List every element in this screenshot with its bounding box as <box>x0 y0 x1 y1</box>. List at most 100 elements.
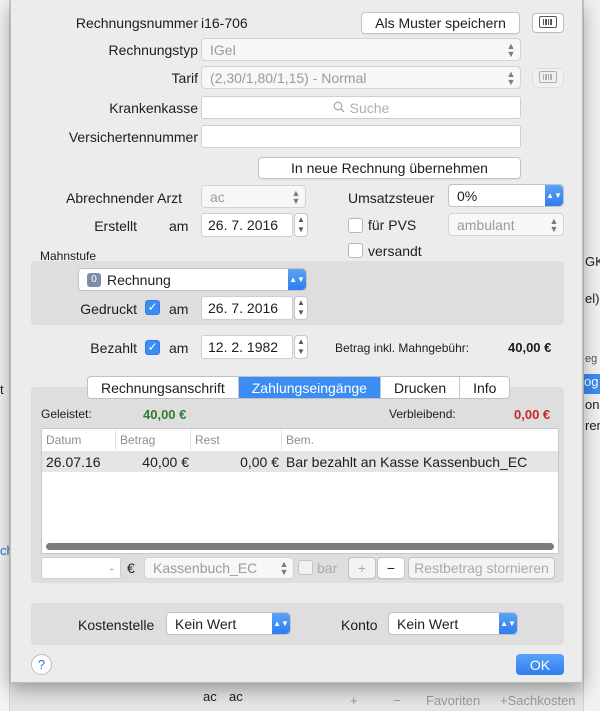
payment-amount-field[interactable]: - <box>41 557 121 579</box>
insured-number-field[interactable] <box>201 125 521 148</box>
tariff-barcode-button[interactable] <box>532 68 564 88</box>
bg-cell: ac <box>229 689 243 704</box>
tariff-value: (2,30/1,80/1,15) - Normal <box>210 69 367 86</box>
chevron-updown-icon: ▲▼ <box>288 269 306 290</box>
invoice-sheet: Rechnungsnummer i16-706 Als Muster speic… <box>10 0 583 683</box>
help-button[interactable]: ? <box>31 654 52 675</box>
bg-fragment: ons <box>585 397 600 412</box>
background-right-pane: GK el) eg og ons ren <box>583 0 600 711</box>
paid-sum-label: Geleistet: <box>41 407 92 421</box>
paid-date-stepper[interactable]: ▲ ▼ <box>294 335 308 359</box>
cancel-remaining-button[interactable]: Restbetrag stornieren <box>408 557 555 579</box>
tab-billing-address[interactable]: Rechnungsanschrift <box>88 377 239 398</box>
insurance-search-placeholder: Suche <box>349 99 390 116</box>
chevron-updown-icon: ▲▼ <box>291 187 301 206</box>
remove-payment-button[interactable]: − <box>377 557 405 579</box>
column-header-note[interactable]: Bem. <box>282 429 558 450</box>
paid-sum-value: 40,00 € <box>143 407 187 422</box>
transfer-to-new-invoice-button[interactable]: In neue Rechnung übernehmen <box>258 157 521 179</box>
chevron-up-icon: ▲ <box>297 337 305 346</box>
chevron-up-icon: ▲ <box>297 298 305 307</box>
vat-value: 0% <box>457 187 478 204</box>
paid-label: Bezahlt <box>90 340 137 356</box>
invoice-number-label: Rechnungsnummer <box>75 15 198 31</box>
chevron-updown-icon: ▲▼ <box>549 215 559 234</box>
column-header-rest[interactable]: Rest <box>191 429 282 450</box>
tab-print[interactable]: Drucken <box>381 377 461 398</box>
pvs-label: für PVS <box>368 217 417 233</box>
remaining-value: 0,00 € <box>514 407 551 422</box>
account-select[interactable]: Kein Wert ▲▼ <box>388 612 518 635</box>
vat-label: Umsatzsteuer <box>348 190 435 206</box>
add-payment-button[interactable]: + <box>348 557 376 579</box>
row-rest: 0,00 € <box>240 453 279 470</box>
chevron-updown-icon: ▲▼ <box>506 40 516 59</box>
row-amount: 40,00 € <box>142 453 189 470</box>
currency-label: € <box>127 560 135 576</box>
sent-checkbox[interactable] <box>348 243 363 258</box>
chevron-down-icon: ▼ <box>297 308 305 317</box>
bg-sachkosten: +Sachkosten <box>500 693 576 708</box>
ok-button[interactable]: OK <box>516 654 564 675</box>
cashbook-select[interactable]: Kassenbuch_EC ▲ ▼ <box>144 557 294 579</box>
tab-payments[interactable]: Zahlungseingänge <box>238 377 381 398</box>
column-header-date[interactable]: Datum <box>42 429 116 450</box>
dunning-badge: 0 <box>87 272 101 287</box>
amount-incl-fee-label: Betrag inkl. Mahngebühr: <box>335 341 470 355</box>
bg-fragment: og <box>584 374 600 394</box>
dunning-select[interactable]: 0 Rechnung ▲▼ <box>78 268 307 291</box>
tariff-label: Tarif <box>171 70 198 86</box>
printed-date-field[interactable]: 26. 7. 2016 <box>201 296 293 320</box>
printed-checkbox[interactable]: ✓ <box>145 300 160 315</box>
bg-minus: − <box>393 693 401 708</box>
checkmark-icon: ✓ <box>147 300 158 314</box>
bg-cell: ac <box>203 689 217 704</box>
bg-fragment: GK <box>585 254 600 269</box>
pvs-value: ambulant <box>457 216 515 233</box>
pvs-select[interactable]: ambulant ▲ ▼ <box>448 213 564 236</box>
cashbook-value: Kassenbuch_EC <box>153 560 258 576</box>
horizontal-scrollbar[interactable] <box>46 543 554 550</box>
checkmark-icon: ✓ <box>147 340 158 354</box>
created-label: Erstellt <box>94 218 137 234</box>
insured-number-label: Versichertennummer <box>68 129 198 145</box>
created-date-field[interactable]: 26. 7. 2016 <box>201 213 293 237</box>
chevron-down-icon: ▼ <box>297 225 305 234</box>
cost-center-value: Kein Wert <box>175 615 237 632</box>
invoice-number-value: i16-706 <box>201 15 248 31</box>
pvs-checkbox[interactable] <box>348 218 363 233</box>
cash-checkbox[interactable] <box>298 560 313 575</box>
chevron-updown-icon: ▲▼ <box>272 613 290 634</box>
bg-plus: + <box>350 693 358 708</box>
chevron-updown-icon: ▲▼ <box>506 68 516 87</box>
barcode-button[interactable] <box>532 13 564 33</box>
paid-date-field[interactable]: 12. 2. 1982 <box>201 335 293 359</box>
chevron-updown-icon: ▲▼ <box>279 559 289 577</box>
payment-amount-suffix: - <box>109 560 114 576</box>
tab-info[interactable]: Info <box>460 377 509 398</box>
chevron-down-icon: ▼ <box>297 347 305 356</box>
doctor-value: ac <box>210 188 225 205</box>
invoice-type-select[interactable]: IGel ▲ ▼ <box>201 38 521 61</box>
table-row[interactable]: 26.07.16 40,00 € 0,00 € Bar bezahlt an K… <box>42 451 558 472</box>
search-icon <box>333 100 345 116</box>
vat-select[interactable]: 0% ▲▼ <box>448 184 564 207</box>
cost-center-select[interactable]: Kein Wert ▲▼ <box>166 612 291 635</box>
paid-checkbox[interactable]: ✓ <box>145 340 160 355</box>
doctor-select[interactable]: ac ▲ ▼ <box>201 185 306 208</box>
account-label: Konto <box>341 617 378 633</box>
payments-table: Datum Betrag Rest Bem. 26.07.16 40,00 € … <box>41 428 559 554</box>
doctor-label: Abrechnender Arzt <box>66 190 182 206</box>
sent-label: versandt <box>368 243 422 259</box>
background-left-pane <box>0 0 10 711</box>
created-am-label: am <box>169 218 189 234</box>
cash-label: bar <box>317 560 338 576</box>
insurance-search-field[interactable]: Suche <box>201 96 521 119</box>
printed-date-stepper[interactable]: ▲ ▼ <box>294 296 308 320</box>
column-header-amount[interactable]: Betrag <box>116 429 191 450</box>
created-date-stepper[interactable]: ▲ ▼ <box>294 213 308 237</box>
row-note: Bar bezahlt an Kasse Kassenbuch_EC <box>286 453 528 470</box>
tariff-select[interactable]: (2,30/1,80/1,15) - Normal ▲ ▼ <box>201 66 521 89</box>
barcode-icon <box>539 70 557 86</box>
save-as-template-button[interactable]: Als Muster speichern <box>361 12 520 34</box>
